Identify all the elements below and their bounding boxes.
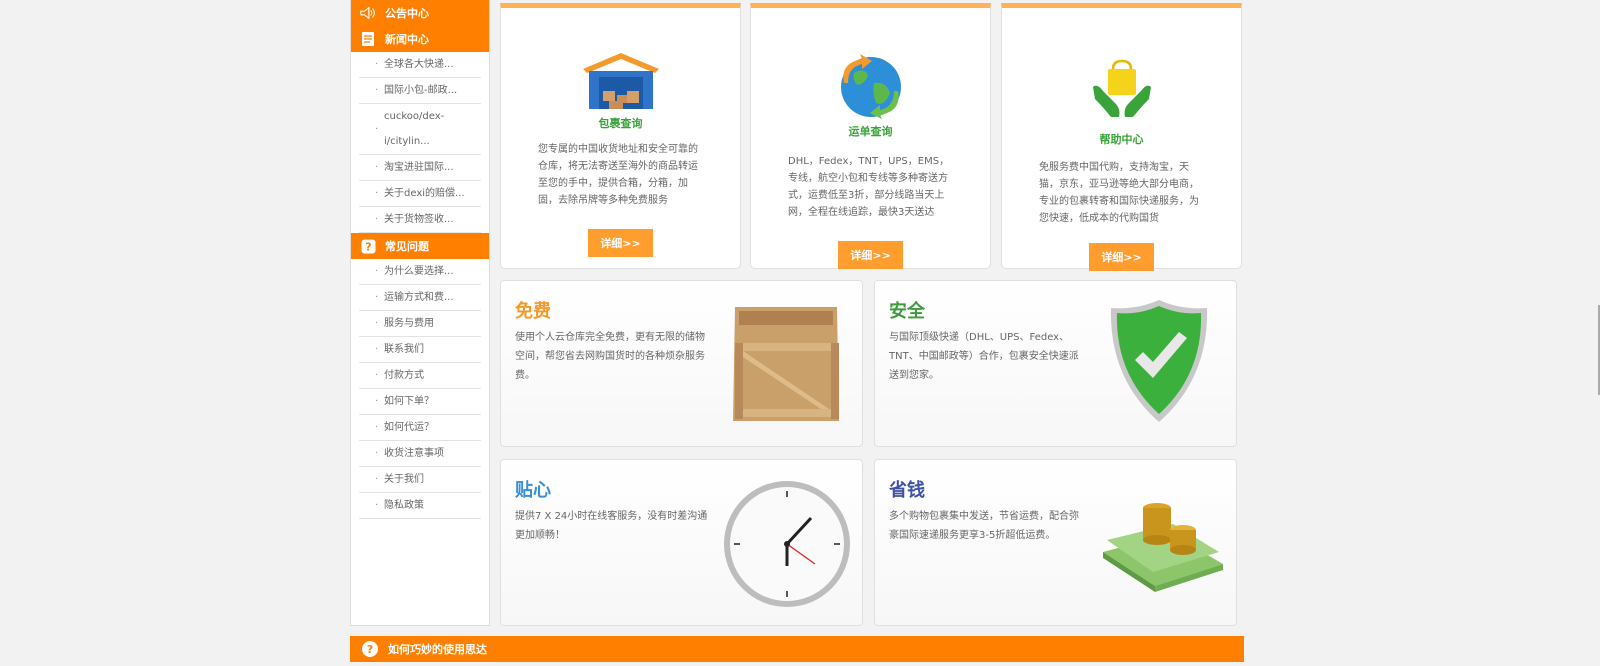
sidebar-header-faq[interactable]: ? 常见问题 xyxy=(351,233,489,259)
card-description: 您专属的中国收货地址和安全可靠的仓库，将无法寄送至海外的商品转运至您的手中，提供… xyxy=(538,144,698,206)
news-item[interactable]: cuckoo/dex-i/citylin... xyxy=(359,104,481,155)
globe-icon xyxy=(751,8,990,119)
service-card-waybill: 运单查询 DHL，Fedex，TNT，UPS，EMS，专线，航空小包和专线等多种… xyxy=(750,3,991,269)
money-icon xyxy=(1099,494,1227,596)
clock-icon xyxy=(721,478,853,614)
crate-icon xyxy=(729,299,845,431)
sidebar-header-news[interactable]: 新闻中心 xyxy=(351,26,489,52)
feature-title: 贴心 xyxy=(515,480,551,501)
shield-check-icon xyxy=(1109,298,1209,428)
faq-item[interactable]: 如何下单？ xyxy=(359,389,481,415)
card-description: 免服务费中国代购，支持淘宝，天猫，京东，亚马逊等绝大部分电商，专业的包裹转寄和国… xyxy=(1039,162,1199,224)
feature-description: 使用个人云仓库完全免费，更有无限的储物空间，帮您省去网购国货时的各种烦杂服务费。 xyxy=(515,332,705,381)
details-button[interactable]: 详细>> xyxy=(838,241,903,269)
news-item[interactable]: 关于货物签收... xyxy=(359,207,481,233)
details-button[interactable]: 详细>> xyxy=(1089,243,1154,271)
feature-box-safe: 安全 与国际顶级快递（DHL、UPS、Fedex、TNT、中国邮政等）合作，包裹… xyxy=(874,280,1237,447)
news-item[interactable]: 全球各大快递... xyxy=(359,52,481,78)
news-item[interactable]: 关于dexi的赔偿... xyxy=(359,181,481,207)
speaker-icon xyxy=(360,5,376,21)
news-item[interactable]: 国际小包-邮政... xyxy=(359,78,481,104)
feature-box-free: 免费 使用个人云仓库完全免费，更有无限的储物空间，帮您省去网购国货时的各种烦杂服… xyxy=(500,280,863,447)
faq-item[interactable]: 隐私政策 xyxy=(359,493,481,519)
details-button[interactable]: 详细>> xyxy=(588,229,653,257)
svg-text:?: ? xyxy=(365,240,371,253)
bottom-bar-label: 如何巧妙的使用思达 xyxy=(388,643,487,656)
document-icon xyxy=(360,31,376,47)
feature-description: 与国际顶级快递（DHL、UPS、Fedex、TNT、中国邮政等）合作，包裹安全快… xyxy=(889,332,1079,381)
news-list: 全球各大快递... 国际小包-邮政... cuckoo/dex-i/cityli… xyxy=(351,52,489,233)
faq-item[interactable]: 付款方式 xyxy=(359,363,481,389)
question-icon: ? xyxy=(362,641,378,657)
feature-title: 免费 xyxy=(515,301,551,322)
sidebar: 公告中心 新闻中心 全球各大快递... 国际小包-邮政... cuckoo/de… xyxy=(350,0,490,626)
feature-title: 安全 xyxy=(889,301,925,322)
service-card-help: 帮助中心 免服务费中国代购，支持淘宝，天猫，京东，亚马逊等绝大部分电商，专业的包… xyxy=(1001,3,1242,271)
news-item[interactable]: 淘宝进驻国际... xyxy=(359,155,481,181)
sidebar-header-label: 新闻中心 xyxy=(385,33,429,46)
faq-item[interactable]: 联系我们 xyxy=(359,337,481,363)
sidebar-header-label: 常见问题 xyxy=(385,240,429,253)
feature-title: 省钱 xyxy=(889,480,925,501)
faq-item[interactable]: 关于我们 xyxy=(359,467,481,493)
bottom-help-bar[interactable]: ? 如何巧妙的使用思达 xyxy=(350,636,1244,662)
card-title: 运单查询 xyxy=(848,125,893,138)
faq-list: 为什么要选择... 运输方式和费... 服务与费用 联系我们 付款方式 如何下单… xyxy=(351,259,489,519)
faq-item[interactable]: 服务与费用 xyxy=(359,311,481,337)
faq-item[interactable]: 如何代运？ xyxy=(359,415,481,441)
question-icon: ? xyxy=(360,238,376,254)
card-title: 帮助中心 xyxy=(1099,133,1144,146)
shopping-bag-icon xyxy=(1002,8,1241,119)
sidebar-header-label: 公告中心 xyxy=(385,7,429,20)
feature-box-care: 贴心 提供7 X 24小时在线客服务，没有时差沟通更加顺畅！ xyxy=(500,459,863,626)
feature-box-save: 省钱 多个购物包裹集中发送，节省运费，配合弥豪国际速递服务更享3-5折超低运费。 xyxy=(874,459,1237,626)
faq-item[interactable]: 收货注意事项 xyxy=(359,441,481,467)
card-title: 包裹查询 xyxy=(598,117,643,130)
feature-description: 多个购物包裹集中发送，节省运费，配合弥豪国际速递服务更享3-5折超低运费。 xyxy=(889,511,1079,541)
service-card-parcel: 包裹查询 您专属的中国收货地址和安全可靠的仓库，将无法寄送至海外的商品转运至您的… xyxy=(500,3,741,269)
faq-item[interactable]: 为什么要选择... xyxy=(359,259,481,285)
faq-item[interactable]: 运输方式和费... xyxy=(359,285,481,311)
warehouse-icon xyxy=(501,8,740,111)
card-description: DHL，Fedex，TNT，UPS，EMS，专线，航空小包和专线等多种寄送方式，… xyxy=(788,156,950,218)
sidebar-header-announcements[interactable]: 公告中心 xyxy=(351,0,489,26)
feature-description: 提供7 X 24小时在线客服务，没有时差沟通更加顺畅！ xyxy=(515,511,708,541)
